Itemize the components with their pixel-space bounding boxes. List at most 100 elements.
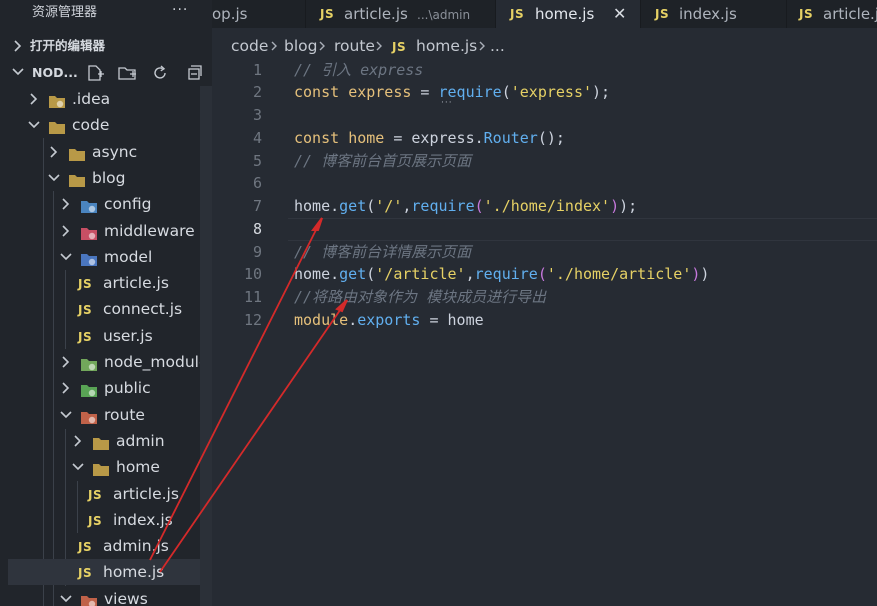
tree-item-idea[interactable]: .idea: [8, 86, 200, 112]
tree-item-code[interactable]: code: [8, 112, 200, 138]
js-file-icon: JS: [655, 7, 670, 21]
code-token: home: [447, 310, 484, 329]
code-editor[interactable]: 1 2 3 4 5 6 7 8 9 10 11 12 // 引入 express const expre…: [212, 58, 877, 606]
close-tab-icon[interactable]: ✕: [613, 0, 626, 28]
tree-item-home[interactable]: home: [8, 454, 200, 480]
code-token: ,: [465, 265, 475, 284]
line-number: 8: [252, 219, 262, 238]
tree-item-model[interactable]: model: [8, 244, 200, 270]
code-token: express: [411, 128, 475, 147]
tree-item-admin[interactable]: admin: [8, 428, 200, 454]
code-token: (: [537, 265, 547, 284]
code-token: .: [474, 128, 484, 147]
code-token: // 博客前台详情展示页面: [294, 242, 472, 261]
chevron-right-icon: [48, 139, 60, 163]
tree-item-views[interactable]: views: [8, 586, 200, 606]
tree-item-connect-js[interactable]: JS connect.js: [8, 296, 200, 322]
code-token: const: [294, 83, 349, 102]
tree-item-blog[interactable]: blog: [8, 165, 200, 191]
tab-label: index.js: [679, 5, 737, 23]
breadcrumb-item-file[interactable]: home.js: [416, 33, 477, 59]
workspace-label: NOD...: [32, 65, 78, 80]
tree-item-async[interactable]: async: [8, 139, 200, 165]
folder-icon: [68, 144, 86, 161]
tree-item-route[interactable]: route: [8, 402, 200, 428]
tree-item-label: async: [92, 142, 138, 161]
code-line: // 引入 express: [294, 59, 423, 82]
chevron-right-icon: [60, 218, 72, 242]
tree-item-home-js[interactable]: JS home.js: [8, 559, 200, 586]
code-token: ();: [537, 128, 565, 147]
breadcrumb-item-route[interactable]: route: [334, 33, 375, 59]
folder-icon: [92, 433, 110, 450]
js-file-icon: JS: [799, 7, 814, 21]
code-token: require: [474, 265, 538, 284]
line-number: 3: [252, 106, 262, 124]
js-file-icon: JS: [78, 566, 93, 581]
chevron-right-icon: [271, 41, 277, 51]
code-line: // 博客前台详情展示页面: [294, 241, 471, 264]
tab-home-js[interactable]: JS home.js ✕: [496, 0, 641, 28]
line-number: 11: [243, 288, 262, 306]
breadcrumb-item-blog[interactable]: blog: [284, 33, 317, 59]
chevron-right-icon: [28, 86, 40, 110]
folder-icon: [80, 407, 98, 424]
line-number: 4: [252, 128, 262, 147]
chevron-right-icon: [60, 375, 72, 399]
tab-article-js[interactable]: JS article.js: [787, 0, 877, 28]
tree-item-article-js[interactable]: JS article.js: [8, 270, 200, 296]
line-number: 6: [252, 174, 262, 193]
tree-item-article-js[interactable]: JS article.js: [8, 481, 200, 507]
chevron-down-icon: [48, 165, 60, 189]
code-token: (: [501, 83, 511, 102]
tree-item-label: node_modules: [104, 353, 212, 371]
code-token: //将路由对象作为 模块成员进行导出: [294, 288, 547, 306]
line-number: 5: [252, 151, 262, 170]
tree-item-middleware[interactable]: middleware: [8, 218, 200, 244]
code-token: exports: [357, 310, 421, 329]
code-token: ): [700, 265, 710, 284]
open-editors-section[interactable]: 打开的编辑器: [0, 34, 212, 58]
code-token: .: [330, 197, 340, 215]
tab-index-js[interactable]: JS index.js: [641, 0, 787, 28]
chevron-down-icon: [60, 586, 72, 606]
code-token: 'express': [510, 83, 593, 102]
code-token: );: [619, 197, 638, 215]
tree-item-config[interactable]: config: [8, 191, 200, 217]
tree-item-label: middleware: [104, 221, 195, 240]
code-token: express: [348, 83, 412, 102]
breadcrumb-item-more[interactable]: ...: [490, 33, 505, 59]
js-file-icon: JS: [88, 513, 103, 528]
breadcrumb: code blog route JS home.js ...: [212, 33, 877, 59]
tab-app-js[interactable]: op.js: [212, 0, 306, 28]
open-editors-label: 打开的编辑器: [30, 38, 106, 53]
workspace-section[interactable]: NOD...: [0, 61, 212, 85]
tree-item-user-js[interactable]: JS user.js: [8, 323, 200, 349]
tree-item-index-js[interactable]: JS index.js: [8, 507, 200, 533]
js-file-icon: JS: [78, 303, 93, 318]
breadcrumb-item-code[interactable]: code: [231, 33, 268, 59]
tab-article-js-admin[interactable]: JS article.js ...\admin: [306, 0, 496, 28]
code-token: get: [339, 197, 367, 215]
tree-item-label: home: [116, 458, 160, 477]
tab-label: article.js: [344, 5, 408, 23]
folder-icon: [80, 223, 98, 240]
tree-item-label: home.js: [103, 563, 165, 582]
chevron-right-icon: [479, 41, 485, 51]
tab-label: op.js: [212, 5, 248, 23]
sidebar-scrollbar[interactable]: [200, 86, 212, 606]
code-token: (: [366, 197, 376, 215]
tree-item-node-modules[interactable]: node_modules: [8, 349, 212, 375]
chevron-down-icon: [60, 402, 72, 426]
explorer-title: 资源管理器: [32, 5, 98, 20]
folder-icon: [80, 196, 98, 214]
tree-item-public[interactable]: public: [8, 375, 200, 401]
tree-item-label: admin: [116, 431, 165, 450]
code-line: const home = express.Router();: [294, 127, 565, 150]
current-line-highlight: [288, 218, 877, 241]
code-token: './home/article': [546, 265, 692, 284]
more-actions-icon[interactable]: ···: [172, 1, 188, 19]
folder-icon: [80, 380, 98, 398]
tree-item-label: user.js: [103, 326, 153, 345]
tree-item-admin-js[interactable]: JS admin.js: [8, 533, 200, 559]
